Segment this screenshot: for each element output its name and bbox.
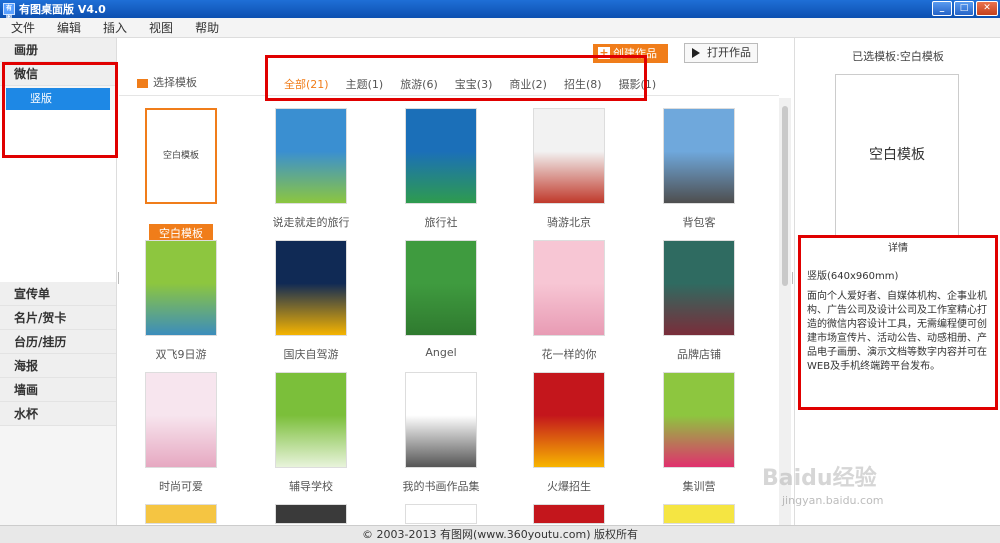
play-icon (692, 48, 700, 58)
template-card[interactable]: 火爆招生 (509, 372, 629, 494)
template-selector-label: 选择模板 (137, 74, 197, 90)
sidebar-item-album[interactable]: 画册 (0, 38, 116, 62)
template-thumbnail[interactable] (275, 504, 347, 524)
template-card[interactable]: 双飞9日游 (121, 240, 241, 362)
template-label: 花一样的你 (541, 348, 597, 361)
template-card[interactable]: 骑游北京 (509, 108, 629, 230)
app-icon: 有图 (3, 3, 15, 22)
play-icon (137, 78, 148, 88)
template-card[interactable]: 背包客 (639, 108, 759, 230)
sidebar-item-cup[interactable]: 水杯 (0, 402, 116, 426)
template-thumbnail[interactable] (405, 504, 477, 524)
right-panel: 已选模板:空白模板 空白模板 详情 竖版(640x960mm) 面向个人爱好者、… (794, 38, 1000, 525)
template-label: 说走就走的旅行 (272, 216, 350, 229)
details-description: 面向个人爱好者、自媒体机构、企事业机构、广告公司及设计公司及工作室精心打造的微信… (807, 291, 987, 372)
menu-view[interactable]: 视图 (138, 19, 184, 36)
annotation-box-filters (265, 55, 647, 101)
main-area: + 创建作品 打开作品 选择模板 全部(21) 主题(1) 旅游(6) 宝宝(3… (119, 38, 792, 525)
template-card[interactable]: 我的书画作品集 (381, 372, 501, 494)
template-thumbnail[interactable] (275, 372, 347, 468)
template-label: 品牌店铺 (677, 348, 721, 361)
template-label: 背包客 (682, 216, 716, 229)
sidebar-item-poster[interactable]: 海报 (0, 354, 116, 378)
template-label: 骑游北京 (547, 216, 591, 229)
sidebar-item-card[interactable]: 名片/贺卡 (0, 306, 116, 330)
menu-file[interactable]: 文件 (0, 19, 46, 36)
template-card[interactable]: 辅导学校 (251, 372, 371, 494)
footer: © 2003-2013 有图网(www.360youtu.com) 版权所有 (0, 525, 1000, 543)
template-thumbnail[interactable] (533, 240, 605, 336)
scrollbar-thumb[interactable] (782, 106, 788, 286)
template-label: 我的书画作品集 (402, 480, 480, 493)
template-thumbnail[interactable] (405, 108, 477, 204)
template-thumbnail[interactable] (663, 108, 735, 204)
template-card[interactable]: 国庆自驾游 (251, 240, 371, 362)
template-details: 详情 竖版(640x960mm) 面向个人爱好者、自媒体机构、企事业机构、广告公… (798, 235, 998, 410)
maximize-button[interactable]: □ (954, 1, 974, 16)
template-label: 火爆招生 (547, 480, 591, 493)
window-title: 有图桌面版 V4.0 (19, 3, 106, 16)
template-grid: 空白模板 空白模板说走就走的旅行 旅行社 骑游北京 背包客双飞9日游 国庆自驾游 Angel… (119, 98, 779, 525)
template-label: 国庆自驾游 (283, 348, 339, 361)
details-heading: 详情 (888, 243, 908, 254)
template-thumbnail[interactable] (145, 240, 217, 336)
template-card[interactable]: 集训营 (639, 372, 759, 494)
menu-insert[interactable]: 插入 (92, 19, 138, 36)
template-card[interactable]: Angel (381, 240, 501, 359)
annotation-box-sidebar (2, 62, 118, 158)
menu-bar: 文件 编辑 插入 视图 帮助 (0, 18, 1000, 38)
template-selector-text: 选择模板 (153, 76, 197, 89)
template-preview: 空白模板 (835, 74, 959, 236)
template-thumbnail[interactable] (663, 240, 735, 336)
template-label: 辅导学校 (289, 480, 333, 493)
details-size: 竖版(640x960mm) (807, 271, 899, 282)
template-card[interactable]: 说走就走的旅行 (251, 108, 371, 230)
selected-template-title: 已选模板:空白模板 (852, 50, 944, 63)
template-label: 集训营 (682, 480, 716, 493)
watermark-url: jingyan.baidu.com (782, 494, 884, 507)
template-thumbnail[interactable] (533, 108, 605, 204)
sidebar-item-calendar[interactable]: 台历/挂历 (0, 330, 116, 354)
template-card[interactable]: 空白模板 空白模板 (121, 108, 241, 242)
template-card[interactable]: 品牌店铺 (639, 240, 759, 362)
template-thumbnail[interactable] (275, 108, 347, 204)
template-card[interactable]: 旅行社 (381, 108, 501, 230)
minimize-button[interactable]: _ (932, 1, 952, 16)
template-thumbnail[interactable] (145, 504, 217, 524)
sidebar-item-flyer[interactable]: 宣传单 (0, 282, 116, 306)
template-thumbnail[interactable] (533, 504, 605, 524)
template-label: 双飞9日游 (155, 348, 207, 361)
title-bar: 有图 有图桌面版 V4.0 _ □ ✕ (0, 0, 1000, 22)
menu-help[interactable]: 帮助 (184, 19, 230, 36)
template-thumbnail[interactable] (405, 240, 477, 336)
template-label: 时尚可爱 (159, 480, 203, 493)
template-thumbnail[interactable] (663, 504, 735, 524)
template-thumbnail[interactable] (145, 372, 217, 468)
template-thumbnail[interactable]: 空白模板 (145, 108, 217, 204)
menu-edit[interactable]: 编辑 (46, 19, 92, 36)
template-card[interactable]: 花一样的你 (509, 240, 629, 362)
watermark-logo: Baidu经验 (762, 466, 877, 491)
template-thumbnail[interactable] (663, 372, 735, 468)
template-label: Angel (425, 346, 457, 359)
open-work-button[interactable]: 打开作品 (684, 43, 758, 63)
open-work-label: 打开作品 (707, 46, 751, 59)
template-thumbnail[interactable] (533, 372, 605, 468)
template-thumbnail[interactable] (405, 372, 477, 468)
close-button[interactable]: ✕ (976, 1, 998, 16)
sidebar-item-wallart[interactable]: 墙画 (0, 378, 116, 402)
template-thumbnail[interactable] (275, 240, 347, 336)
template-label: 旅行社 (424, 216, 458, 229)
template-card[interactable]: 时尚可爱 (121, 372, 241, 494)
